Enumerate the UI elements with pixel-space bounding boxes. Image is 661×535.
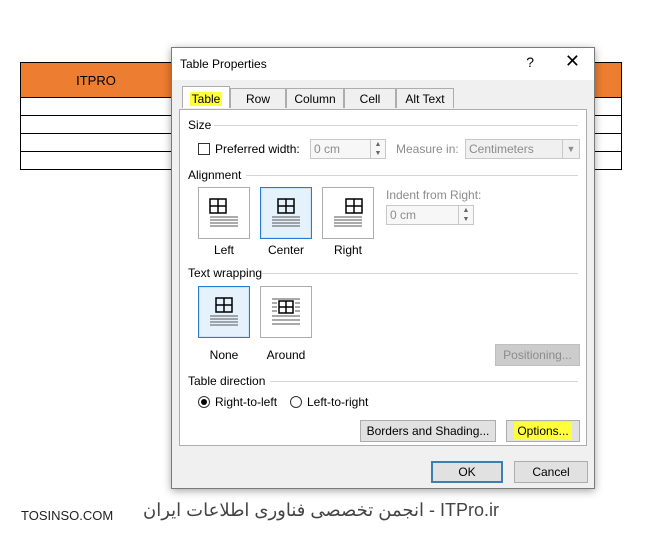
tab-row[interactable]: Row xyxy=(230,88,286,108)
table-cell xyxy=(20,115,172,134)
align-left-icon xyxy=(209,198,238,227)
measure-in-label: Measure in: xyxy=(396,142,459,156)
align-right-icon xyxy=(334,198,363,227)
options-button[interactable]: Options... xyxy=(506,420,580,442)
ltr-label: Left-to-right xyxy=(307,395,369,409)
preferred-width-input[interactable]: 0 cm ▲ ▼ xyxy=(310,139,386,159)
align-right-option[interactable] xyxy=(322,187,374,239)
spin-arrows-icon[interactable]: ▲ ▼ xyxy=(370,140,385,158)
help-button[interactable]: ? xyxy=(526,54,534,70)
align-center-label: Center xyxy=(267,243,305,257)
table-cell xyxy=(20,151,172,170)
table-tab-panel: Size Preferred width: 0 cm ▲ ▼ Measure in… xyxy=(179,109,587,446)
divider xyxy=(214,125,578,126)
table-header-text: ITPRO xyxy=(76,72,116,88)
table-properties-dialog: Table Properties ? ✕ Table Row Column Ce… xyxy=(171,47,595,489)
text-wrapping-heading: Text wrapping xyxy=(188,266,263,280)
spin-arrows-icon[interactable]: ▲ ▼ xyxy=(458,206,473,224)
indent-from-right-label: Indent from Right: xyxy=(386,188,482,202)
ok-button[interactable]: OK xyxy=(431,461,503,483)
wrap-around-label: Around xyxy=(266,348,306,362)
chevron-down-icon[interactable]: ▼ xyxy=(562,140,579,158)
align-center-option[interactable] xyxy=(260,187,312,239)
tab-alt-text[interactable]: Alt Text xyxy=(396,88,454,108)
close-button[interactable]: ✕ xyxy=(565,51,580,72)
dialog-title: Table Properties xyxy=(180,57,267,71)
wrap-none-icon xyxy=(210,297,238,326)
preferred-width-checkbox[interactable] xyxy=(198,143,210,155)
tab-cell[interactable]: Cell xyxy=(344,88,396,108)
preferred-width-label: Preferred width: xyxy=(215,142,300,156)
alignment-heading: Alignment xyxy=(188,168,242,182)
dialog-titlebar: Table Properties ? ✕ xyxy=(172,48,594,80)
positioning-button[interactable]: Positioning... xyxy=(495,344,580,366)
wrap-around-option[interactable] xyxy=(260,286,312,338)
table-header-cell: ITPRO xyxy=(20,62,172,98)
wrap-around-icon xyxy=(272,298,300,325)
ltr-radio[interactable] xyxy=(290,396,302,408)
borders-and-shading-button[interactable]: Borders and Shading... xyxy=(360,420,496,442)
divider xyxy=(246,175,578,176)
table-direction-heading: Table direction xyxy=(188,374,266,388)
watermark-right: ITPro.ir - انجمن تخصصی فناوری اطلاعات ای… xyxy=(143,500,499,520)
align-right-label: Right xyxy=(333,243,362,257)
cancel-button[interactable]: Cancel xyxy=(514,461,588,483)
table-cell xyxy=(20,133,172,152)
watermark-left: TOSINSO.COM xyxy=(21,508,114,523)
divider xyxy=(262,273,578,274)
tab-table[interactable]: Table xyxy=(182,86,230,108)
measure-in-select[interactable]: Centimeters ▼ xyxy=(465,139,580,159)
tab-column[interactable]: Column xyxy=(286,88,344,108)
align-center-icon xyxy=(272,198,300,227)
wrap-none-option[interactable] xyxy=(198,286,250,338)
indent-from-right-input[interactable]: 0 cm ▲ ▼ xyxy=(386,205,474,225)
rtl-label: Right-to-left xyxy=(215,395,278,409)
divider xyxy=(270,381,578,382)
align-left-label: Left xyxy=(213,243,234,257)
table-cell xyxy=(20,97,172,116)
align-left-option[interactable] xyxy=(198,187,250,239)
size-heading: Size xyxy=(188,118,212,132)
wrap-none-label: None xyxy=(209,348,239,362)
rtl-radio[interactable] xyxy=(198,396,210,408)
